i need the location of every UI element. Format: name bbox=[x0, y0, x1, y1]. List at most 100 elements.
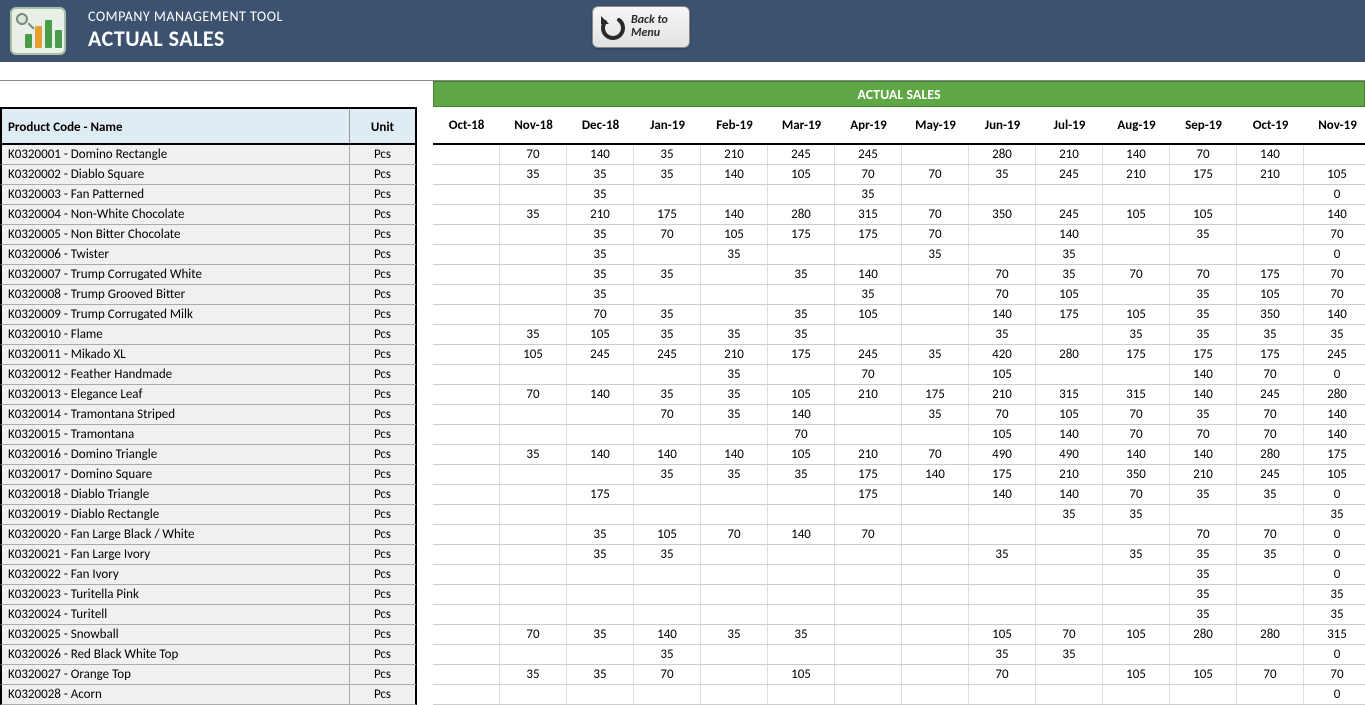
data-cell bbox=[835, 325, 902, 344]
data-cell: 0 bbox=[1304, 245, 1365, 264]
data-cell: 140 bbox=[1036, 425, 1103, 444]
product-unit: Pcs bbox=[349, 145, 415, 164]
data-cell: 105 bbox=[1170, 205, 1237, 224]
data-cell bbox=[1103, 585, 1170, 604]
data-cell: 70 bbox=[1237, 525, 1304, 544]
data-row: 3570105140700 bbox=[433, 365, 1365, 385]
data-cell: 245 bbox=[1304, 345, 1365, 364]
data-cell bbox=[768, 605, 835, 624]
month-header: Jul-19 bbox=[1036, 107, 1103, 143]
data-cell bbox=[768, 505, 835, 524]
data-cell: 245 bbox=[1237, 385, 1304, 404]
product-row: K0320004 - Non-White ChocolatePcs bbox=[0, 205, 417, 225]
data-cell: 140 bbox=[701, 165, 768, 184]
product-name: K0320027 - Orange Top bbox=[2, 665, 349, 684]
data-cell: 35 bbox=[1170, 605, 1237, 624]
data-cell bbox=[634, 565, 701, 584]
data-cell bbox=[835, 405, 902, 424]
data-cell bbox=[1170, 245, 1237, 264]
data-cell bbox=[969, 585, 1036, 604]
data-cell: 175 bbox=[969, 465, 1036, 484]
data-cell: 140 bbox=[701, 445, 768, 464]
month-header: Sep-19 bbox=[1170, 107, 1237, 143]
product-row: K0320025 - SnowballPcs bbox=[0, 625, 417, 645]
data-cell bbox=[500, 365, 567, 384]
data-cell bbox=[768, 585, 835, 604]
product-unit: Pcs bbox=[349, 165, 415, 184]
data-cell bbox=[835, 645, 902, 664]
product-name: K0320004 - Non-White Chocolate bbox=[2, 205, 349, 224]
data-cell bbox=[902, 325, 969, 344]
product-name: K0320025 - Snowball bbox=[2, 625, 349, 644]
month-header: Jan-19 bbox=[634, 107, 701, 143]
data-row: 353570105701051057070 bbox=[433, 665, 1365, 685]
product-row: K0320016 - Domino TrianglePcs bbox=[0, 445, 417, 465]
data-cell bbox=[1036, 545, 1103, 564]
data-cell: 140 bbox=[1304, 425, 1365, 444]
data-cell bbox=[433, 345, 500, 364]
back-to-menu-button[interactable]: Back to Menu bbox=[592, 6, 690, 48]
product-unit: Pcs bbox=[349, 545, 415, 564]
data-cell bbox=[902, 565, 969, 584]
data-cell: 105 bbox=[1237, 285, 1304, 304]
data-cell bbox=[567, 605, 634, 624]
data-cell: 70 bbox=[500, 145, 567, 164]
data-cell: 175 bbox=[1170, 345, 1237, 364]
product-row: K0320023 - Turitella PinkPcs bbox=[0, 585, 417, 605]
product-name: K0320008 - Trump Grooved Bitter bbox=[2, 285, 349, 304]
month-header-row: Oct-18Nov-18Dec-18Jan-19Feb-19Mar-19Apr-… bbox=[433, 107, 1365, 145]
data-cell bbox=[1036, 665, 1103, 684]
data-cell: 70 bbox=[1304, 285, 1365, 304]
data-cell: 70 bbox=[1036, 625, 1103, 644]
data-cell: 105 bbox=[1103, 665, 1170, 684]
data-cell bbox=[433, 585, 500, 604]
product-name: K0320026 - Red Black White Top bbox=[2, 645, 349, 664]
data-cell: 175 bbox=[567, 485, 634, 504]
data-cell bbox=[835, 505, 902, 524]
data-cell bbox=[902, 425, 969, 444]
data-cell bbox=[969, 185, 1036, 204]
product-name: K0320009 - Trump Corrugated Milk bbox=[2, 305, 349, 324]
data-cell bbox=[902, 285, 969, 304]
data-cell bbox=[433, 545, 500, 564]
data-cell: 140 bbox=[768, 525, 835, 544]
product-row: K0320026 - Red Black White TopPcs bbox=[0, 645, 417, 665]
data-row: 3535351407035707017570 bbox=[433, 265, 1365, 285]
data-cell: 420 bbox=[969, 345, 1036, 364]
data-cell: 175 bbox=[835, 225, 902, 244]
data-cell bbox=[835, 245, 902, 264]
data-cell: 105 bbox=[1036, 405, 1103, 424]
product-row: K0320011 - Mikado XLPcs bbox=[0, 345, 417, 365]
data-cell: 315 bbox=[835, 205, 902, 224]
data-cell bbox=[701, 505, 768, 524]
data-cell: 105 bbox=[634, 525, 701, 544]
data-cell: 70 bbox=[1170, 145, 1237, 164]
product-row: K0320022 - Fan IvoryPcs bbox=[0, 565, 417, 585]
data-cell bbox=[634, 505, 701, 524]
data-cell: 35 bbox=[567, 285, 634, 304]
product-unit: Pcs bbox=[349, 285, 415, 304]
data-cell: 175 bbox=[902, 385, 969, 404]
data-cell: 280 bbox=[768, 205, 835, 224]
data-cell: 0 bbox=[1304, 685, 1365, 704]
app-logo bbox=[10, 7, 66, 55]
data-cell: 35 bbox=[634, 145, 701, 164]
data-cell: 70 bbox=[902, 445, 969, 464]
data-cell: 35 bbox=[567, 525, 634, 544]
product-unit: Pcs bbox=[349, 205, 415, 224]
product-name: K0320007 - Trump Corrugated White bbox=[2, 265, 349, 284]
data-cell: 35 bbox=[1036, 265, 1103, 284]
data-cell bbox=[902, 525, 969, 544]
data-cell bbox=[902, 585, 969, 604]
data-cell bbox=[433, 505, 500, 524]
data-cell bbox=[634, 245, 701, 264]
data-cell: 490 bbox=[969, 445, 1036, 464]
data-cell: 35 bbox=[1103, 505, 1170, 524]
data-cell bbox=[835, 685, 902, 704]
data-cell bbox=[500, 645, 567, 664]
product-unit: Pcs bbox=[349, 585, 415, 604]
data-cell bbox=[433, 185, 500, 204]
data-cell: 140 bbox=[567, 385, 634, 404]
data-cell: 35 bbox=[500, 445, 567, 464]
back-button-label: Back to Menu bbox=[631, 14, 689, 40]
